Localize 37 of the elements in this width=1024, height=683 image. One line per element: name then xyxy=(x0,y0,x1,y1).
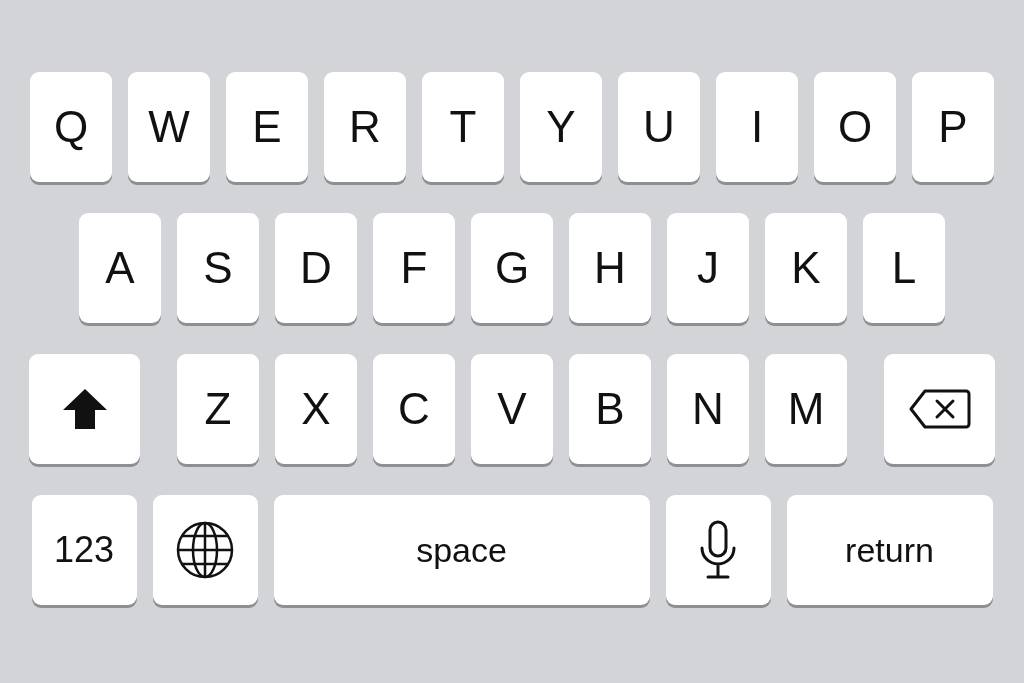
letter-key[interactable]: C xyxy=(373,354,455,464)
shift-key[interactable] xyxy=(29,354,140,464)
letter-key[interactable]: U xyxy=(618,72,700,182)
globe-icon xyxy=(175,520,235,580)
letter-key[interactable]: Y xyxy=(520,72,602,182)
backspace-icon xyxy=(908,389,971,429)
space-key[interactable]: space xyxy=(273,495,650,605)
return-key[interactable]: return xyxy=(786,495,993,605)
letter-key[interactable]: Z xyxy=(177,354,259,464)
letter-key[interactable]: J xyxy=(667,213,749,323)
backspace-key[interactable] xyxy=(884,354,995,464)
microphone-key[interactable] xyxy=(665,495,771,605)
letter-key[interactable]: S xyxy=(177,213,259,323)
letter-key[interactable]: H xyxy=(569,213,651,323)
letter-key[interactable]: B xyxy=(569,354,651,464)
microphone-icon xyxy=(698,520,738,580)
up-arrow-icon xyxy=(61,388,108,430)
letter-key[interactable]: E xyxy=(226,72,308,182)
letter-key[interactable]: I xyxy=(716,72,798,182)
numbers-key[interactable]: 123 xyxy=(31,495,137,605)
letter-key[interactable]: L xyxy=(863,213,945,323)
letter-key[interactable]: Q xyxy=(30,72,112,182)
letter-key[interactable]: X xyxy=(275,354,357,464)
letter-key[interactable]: P xyxy=(912,72,994,182)
globe-key[interactable] xyxy=(152,495,258,605)
letter-key[interactable]: D xyxy=(275,213,357,323)
letter-key[interactable]: K xyxy=(765,213,847,323)
letter-key[interactable]: F xyxy=(373,213,455,323)
letter-key[interactable]: M xyxy=(765,354,847,464)
letter-key[interactable]: R xyxy=(324,72,406,182)
letter-key[interactable]: W xyxy=(128,72,210,182)
letter-key[interactable]: O xyxy=(814,72,896,182)
letter-key[interactable]: G xyxy=(471,213,553,323)
letter-key[interactable]: A xyxy=(79,213,161,323)
letter-key[interactable]: T xyxy=(422,72,504,182)
letter-key[interactable]: N xyxy=(667,354,749,464)
letter-key[interactable]: V xyxy=(471,354,553,464)
